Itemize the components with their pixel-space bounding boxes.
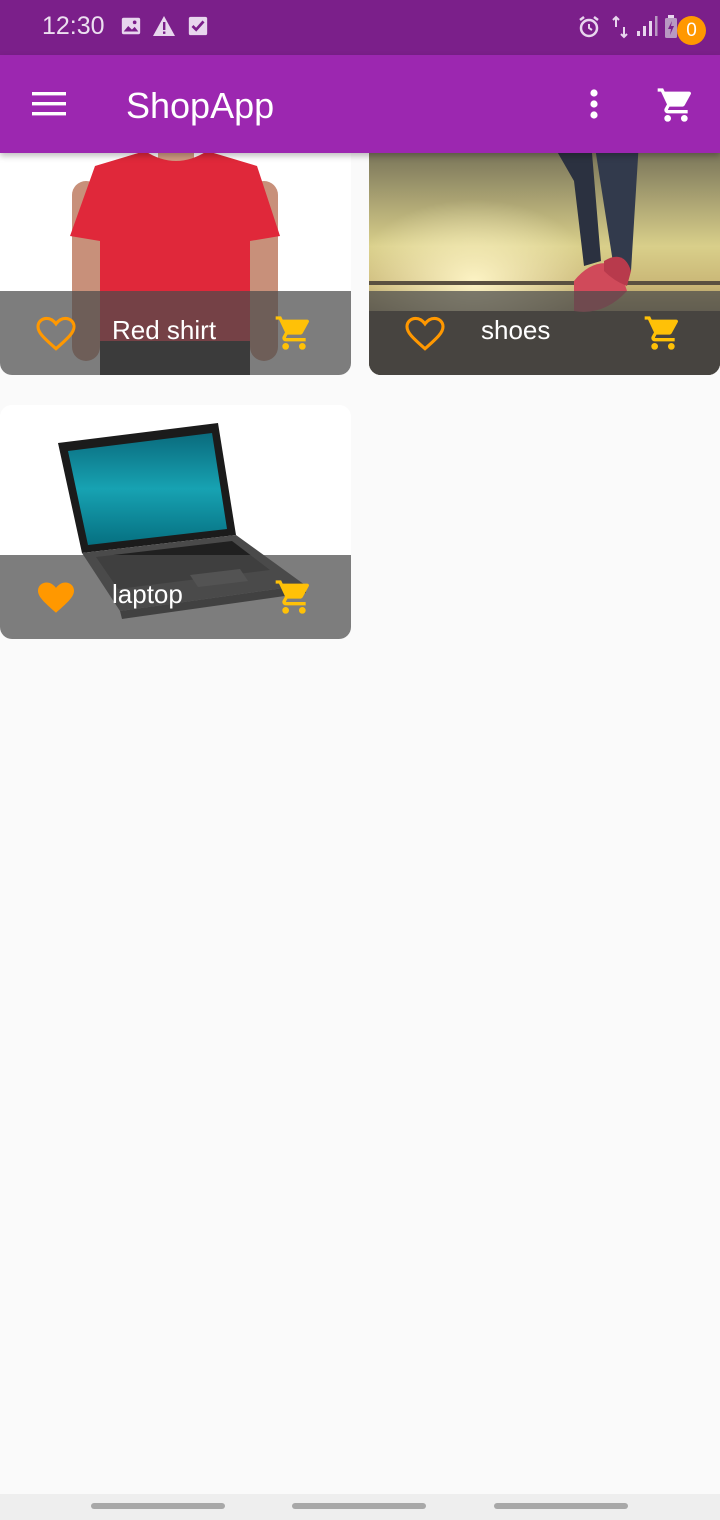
product-footer: laptop [0,555,351,639]
add-to-cart-icon[interactable] [274,577,314,617]
app-title: ShopApp [126,85,275,126]
cart-count-badge: 0 [677,16,706,45]
nav-home-handle[interactable] [292,1503,426,1509]
product-footer: Red shirt [0,291,351,375]
product-card-red-shirt[interactable]: Red shirt [0,141,351,375]
menu-icon[interactable] [32,91,66,117]
product-footer: shoes [369,291,720,375]
favorite-outline-icon[interactable] [405,316,445,352]
nav-back-handle[interactable] [494,1503,628,1509]
add-to-cart-icon[interactable] [274,313,314,353]
product-title: Red shirt [112,315,217,345]
favorite-outline-icon[interactable] [36,316,76,352]
shopping-cart-icon[interactable] [656,85,698,127]
nav-recents-handle[interactable] [91,1503,225,1509]
more-vert-icon[interactable] [582,87,606,123]
status-bar: 12:30 [0,0,720,55]
alarm-icon [577,15,601,44]
add-to-cart-icon[interactable] [643,313,683,353]
signal-icon [636,15,658,42]
status-time: 12:30 [42,12,105,40]
product-title: shoes [481,315,551,345]
product-card-laptop[interactable]: laptop [0,405,351,639]
image-icon [120,15,142,42]
system-nav-bar [0,1494,720,1520]
battery-charging-icon [664,15,678,44]
product-title: laptop [112,579,183,609]
app-bar: ShopApp [0,55,720,153]
data-arrows-icon [610,15,630,44]
favorite-filled-icon[interactable] [36,580,76,616]
check-box-icon [187,15,209,42]
warning-icon [152,15,176,42]
product-card-shoes[interactable]: shoes [369,141,720,375]
